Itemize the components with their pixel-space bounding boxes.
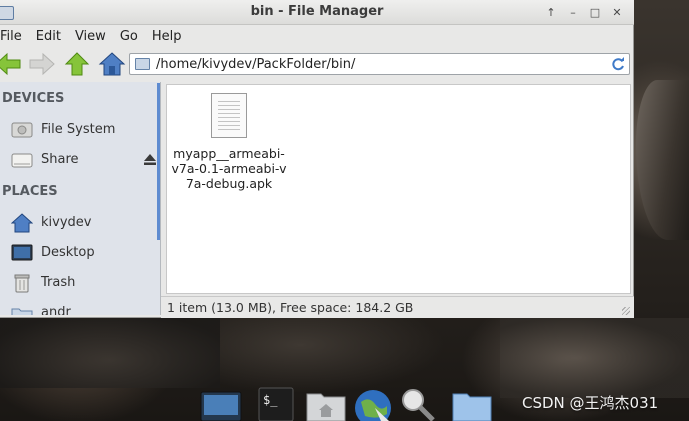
- desktop-icon: [11, 244, 33, 261]
- dock-terminal[interactable]: $_: [257, 384, 301, 421]
- sidebar-item-share[interactable]: Share: [0, 146, 158, 174]
- home-button[interactable]: [98, 51, 126, 77]
- back-button[interactable]: [0, 51, 22, 77]
- home-folder-icon: [306, 393, 346, 421]
- folder-icon: [452, 393, 492, 421]
- wallpaper-detail: [0, 318, 220, 388]
- dock-home-folder[interactable]: [305, 384, 349, 421]
- terminal-label: $_: [263, 393, 278, 407]
- wallpaper-detail: [636, 80, 689, 240]
- file-name: myapp__armeabi-v7a-0.1-armeabi-v7a-debug…: [171, 146, 287, 191]
- sidebar-item-label: Trash: [41, 275, 76, 290]
- hard-drive-icon: [11, 122, 33, 138]
- sidebar-item-label: andr: [41, 305, 71, 315]
- resize-grip-icon[interactable]: [622, 307, 630, 315]
- document-icon: [211, 93, 247, 138]
- toolbar: /home/kivydev/PackFolder/bin/: [0, 47, 634, 81]
- web-browser-icon: [355, 390, 391, 421]
- menu-view[interactable]: View: [68, 29, 113, 44]
- dock-desktop[interactable]: [199, 384, 243, 421]
- window-title: bin - File Manager: [250, 4, 384, 19]
- dock-folder[interactable]: [451, 384, 495, 421]
- watermark-text: CSDN @王鸿杰031: [522, 394, 659, 412]
- minimize-button[interactable]: –: [564, 4, 582, 21]
- desktop-icon: [200, 391, 242, 421]
- menu-help[interactable]: Help: [145, 29, 189, 44]
- up-arrow-icon: [64, 52, 90, 76]
- devices-header: DEVICES: [2, 91, 65, 106]
- title-bar[interactable]: bin - File Manager ↑ – □ ✕: [0, 0, 634, 25]
- forward-button[interactable]: [28, 51, 56, 77]
- dock-web-browser[interactable]: [351, 384, 395, 421]
- menu-file[interactable]: File: [0, 29, 29, 44]
- dock-search[interactable]: [397, 384, 441, 421]
- sidebar-item-kivydev[interactable]: kivydev: [0, 209, 158, 237]
- forward-arrow-icon: [29, 52, 55, 76]
- file-view[interactable]: myapp__armeabi-v7a-0.1-armeabi-v7a-debug…: [166, 84, 631, 294]
- search-icon: [402, 389, 435, 421]
- wallpaper-detail: [500, 318, 689, 398]
- sidebar-item-file-system[interactable]: File System: [0, 116, 158, 144]
- sidebar-item-label: Desktop: [41, 245, 95, 260]
- up-button[interactable]: [63, 51, 91, 77]
- trash-icon: [14, 274, 30, 293]
- sidebar-item-andr[interactable]: andr: [0, 299, 158, 315]
- sidebar-item-label: kivydev: [41, 215, 92, 230]
- file-manager-window: bin - File Manager ↑ – □ ✕ File Edit Vie…: [0, 0, 634, 318]
- menu-go[interactable]: Go: [113, 29, 145, 44]
- status-text: 1 item (13.0 MB), Free space: 184.2 GB: [167, 300, 414, 315]
- terminal-icon: $_: [258, 387, 294, 421]
- sidebar-item-label: Share: [41, 152, 79, 167]
- drive-icon: [11, 153, 33, 168]
- maximize-button[interactable]: □: [586, 4, 604, 21]
- back-arrow-icon: [0, 52, 21, 76]
- location-path[interactable]: /home/kivydev/PackFolder/bin/: [156, 57, 355, 72]
- dock: $_: [195, 384, 505, 421]
- home-icon: [11, 213, 33, 233]
- home-icon: [98, 52, 126, 76]
- places-header: PLACES: [2, 184, 58, 199]
- sidebar-item-trash[interactable]: Trash: [0, 269, 158, 297]
- sidebar-item-desktop[interactable]: Desktop: [0, 239, 158, 267]
- status-bar: 1 item (13.0 MB), Free space: 184.2 GB: [161, 296, 634, 318]
- file-item[interactable]: myapp__armeabi-v7a-0.1-armeabi-v7a-debug…: [171, 93, 287, 191]
- eject-icon[interactable]: [143, 152, 157, 166]
- close-button[interactable]: ✕: [608, 4, 626, 21]
- sidebar: DEVICES File System Share PLACES kivydev…: [0, 82, 161, 315]
- menu-bar: File Edit View Go Help: [0, 25, 634, 47]
- sidebar-item-label: File System: [41, 122, 116, 137]
- reload-icon[interactable]: [610, 56, 626, 72]
- folder-icon: [11, 308, 33, 315]
- menu-edit[interactable]: Edit: [29, 29, 68, 44]
- folder-icon: [135, 58, 150, 70]
- window-controls: ↑ – □ ✕: [542, 4, 626, 21]
- keep-above-button[interactable]: ↑: [542, 4, 560, 21]
- location-bar[interactable]: /home/kivydev/PackFolder/bin/: [129, 53, 630, 75]
